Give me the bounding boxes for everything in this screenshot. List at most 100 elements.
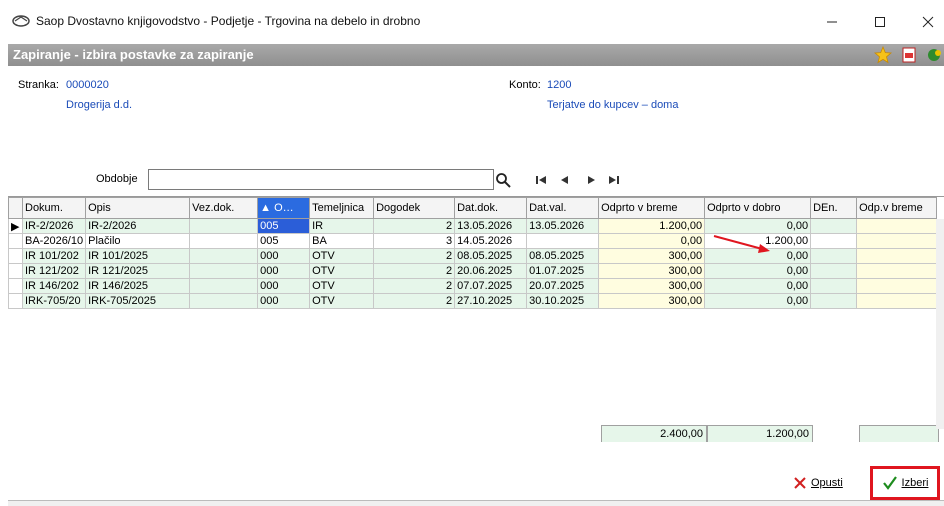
- table-cell[interactable]: IR 121/202: [21, 263, 87, 279]
- table-cell[interactable]: IR 146/202: [21, 278, 87, 294]
- table-cell[interactable]: OTV: [309, 278, 375, 294]
- table-cell[interactable]: [810, 293, 858, 309]
- table-cell[interactable]: 0,00: [704, 293, 812, 309]
- table-cell[interactable]: [189, 263, 259, 279]
- table-cell[interactable]: [189, 248, 259, 264]
- table-row[interactable]: IR 146/202 IR 146/2025 000 OTV 2 07.07.2025 20…: [8, 278, 938, 294]
- table-cell[interactable]: 005: [257, 233, 311, 249]
- table-cell[interactable]: 20.07.2025: [526, 278, 600, 294]
- previous-record-button[interactable]: [554, 169, 576, 191]
- table-row[interactable]: BA-2026/10 Plačilo 005 BA 3 14.05.2026 0,00 1.2…: [8, 233, 938, 249]
- table-cell[interactable]: IRK-705/20: [21, 293, 87, 309]
- table-cell[interactable]: [810, 233, 858, 249]
- close-button[interactable]: [908, 8, 944, 36]
- table-cell[interactable]: 300,00: [598, 293, 706, 309]
- table-cell[interactable]: [856, 263, 938, 279]
- table-cell[interactable]: IR 101/2025: [85, 248, 191, 264]
- table-cell[interactable]: 000: [257, 263, 311, 279]
- table-row[interactable]: ▶ IR-2/2026 IR-2/2026 005 IR 2 13.05.2026 13.05…: [8, 218, 938, 234]
- obdobje-input[interactable]: [148, 169, 494, 190]
- column-header[interactable]: Dat.dok.: [454, 197, 528, 219]
- table-cell[interactable]: 300,00: [598, 278, 706, 294]
- help-icon[interactable]: [926, 46, 944, 64]
- column-header[interactable]: Temeljnica: [309, 197, 375, 219]
- table-cell[interactable]: [189, 218, 259, 234]
- table-cell[interactable]: 300,00: [598, 263, 706, 279]
- select-button[interactable]: Izberi: [870, 466, 940, 500]
- table-cell[interactable]: 2: [373, 263, 456, 279]
- table-cell[interactable]: [856, 218, 938, 234]
- column-header[interactable]: Dogodek: [373, 197, 456, 219]
- table-cell[interactable]: OTV: [309, 263, 375, 279]
- table-cell[interactable]: Plačilo: [85, 233, 191, 249]
- table-cell[interactable]: [810, 248, 858, 264]
- column-header[interactable]: Dokum.: [21, 197, 87, 219]
- table-cell[interactable]: 13.05.2026: [454, 218, 528, 234]
- table-cell[interactable]: OTV: [309, 248, 375, 264]
- table-cell[interactable]: IR: [309, 218, 375, 234]
- table-cell[interactable]: 000: [257, 248, 311, 264]
- table-row[interactable]: IR 121/202 IR 121/2025 000 OTV 2 20.06.2025 01…: [8, 263, 938, 279]
- table-cell[interactable]: [810, 278, 858, 294]
- table-cell[interactable]: 30.10.2025: [526, 293, 600, 309]
- maximize-button[interactable]: [860, 8, 900, 36]
- table-cell[interactable]: 27.10.2025: [454, 293, 528, 309]
- table-cell[interactable]: BA-2026/10: [21, 233, 87, 249]
- table-cell[interactable]: OTV: [309, 293, 375, 309]
- table-cell[interactable]: IRK-705/2025: [85, 293, 191, 309]
- table-cell[interactable]: [856, 293, 938, 309]
- minimize-button[interactable]: [812, 8, 852, 36]
- table-cell[interactable]: IR-2/2026: [21, 218, 87, 234]
- table-cell[interactable]: IR 101/202: [21, 248, 87, 264]
- column-header[interactable]: Opis: [85, 197, 191, 219]
- table-cell[interactable]: 20.06.2025: [454, 263, 528, 279]
- table-cell[interactable]: 2: [373, 293, 456, 309]
- last-record-button[interactable]: [603, 169, 625, 191]
- table-cell[interactable]: 0,00: [598, 233, 706, 249]
- table-cell[interactable]: BA: [309, 233, 375, 249]
- table-cell[interactable]: [856, 278, 938, 294]
- table-cell[interactable]: 01.07.2025: [526, 263, 600, 279]
- table-cell[interactable]: 0,00: [704, 263, 812, 279]
- table-cell[interactable]: [526, 233, 600, 249]
- table-cell[interactable]: 000: [257, 278, 311, 294]
- table-cell[interactable]: 0,00: [704, 278, 812, 294]
- column-header-sorted[interactable]: ▲ O…: [257, 197, 311, 219]
- table-cell[interactable]: 14.05.2026: [454, 233, 528, 249]
- table-cell[interactable]: 1.200,00: [598, 218, 706, 234]
- search-button[interactable]: [492, 169, 514, 191]
- table-cell[interactable]: 005: [257, 218, 311, 234]
- table-cell[interactable]: 08.05.2025: [454, 248, 528, 264]
- table-cell[interactable]: 0,00: [704, 218, 812, 234]
- table-cell[interactable]: 08.05.2025: [526, 248, 600, 264]
- table-cell[interactable]: [189, 278, 259, 294]
- table-cell[interactable]: [856, 233, 938, 249]
- column-header[interactable]: Vez.dok.: [189, 197, 259, 219]
- table-cell[interactable]: 07.07.2025: [454, 278, 528, 294]
- table-cell[interactable]: [856, 248, 938, 264]
- column-header[interactable]: Dat.val.: [526, 197, 600, 219]
- table-cell[interactable]: 3: [373, 233, 456, 249]
- table-cell[interactable]: 2: [373, 218, 456, 234]
- table-cell[interactable]: 2: [373, 278, 456, 294]
- column-header[interactable]: Odprto v dobro: [704, 197, 812, 219]
- table-cell[interactable]: IR 121/2025: [85, 263, 191, 279]
- first-record-button[interactable]: [530, 169, 552, 191]
- table-cell[interactable]: IR-2/2026: [85, 218, 191, 234]
- next-record-button[interactable]: [580, 169, 602, 191]
- table-cell[interactable]: 000: [257, 293, 311, 309]
- pdf-export-icon[interactable]: [900, 46, 918, 64]
- table-cell[interactable]: 2: [373, 248, 456, 264]
- table-cell[interactable]: [189, 293, 259, 309]
- table-row[interactable]: IRK-705/20 IRK-705/2025 000 OTV 2 27.10.2025 3…: [8, 293, 938, 309]
- table-cell[interactable]: [810, 218, 858, 234]
- table-cell[interactable]: IR 146/2025: [85, 278, 191, 294]
- column-header[interactable]: Odprto v breme: [598, 197, 706, 219]
- column-header[interactable]: DEn.: [810, 197, 858, 219]
- table-cell[interactable]: [189, 233, 259, 249]
- cancel-button[interactable]: Opusti: [793, 473, 843, 493]
- column-header[interactable]: Odp.v breme: [856, 197, 938, 219]
- table-cell[interactable]: 13.05.2026: [526, 218, 600, 234]
- table-cell[interactable]: [810, 263, 858, 279]
- vertical-scrollbar[interactable]: [936, 219, 944, 429]
